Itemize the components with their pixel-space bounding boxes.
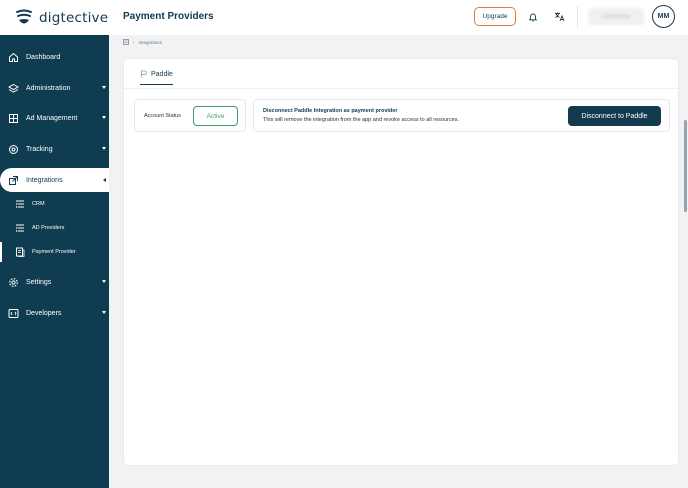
account-status-label: Account Status: [144, 113, 181, 119]
sidebar-item-label: Ad Management: [26, 114, 78, 122]
tab-label: Paddle: [151, 70, 173, 78]
top-header: Payment Providers Upgrade Username MM: [109, 0, 688, 35]
document-icon: [15, 247, 25, 257]
sidebar-subitem-label: CRM: [32, 201, 45, 207]
home-icon[interactable]: [123, 39, 129, 45]
digtective-logo-icon: [16, 9, 32, 23]
sidebar-item-dashboard[interactable]: Dashboard: [0, 45, 109, 69]
tab-paddle[interactable]: Paddle: [140, 70, 173, 85]
code-icon: [8, 308, 19, 319]
sidebar-item-label: Settings: [26, 278, 52, 286]
sidebar-item-label: Integrations: [26, 176, 63, 184]
header-divider: [577, 6, 578, 28]
sidebar-subitem-label: Payment Provider: [32, 249, 76, 255]
target-icon: [8, 144, 19, 155]
sidebar: digtective Dashboard Administration Ad M…: [0, 0, 109, 488]
chevron-down-icon: [102, 86, 106, 89]
avatar[interactable]: MM: [652, 5, 675, 28]
status-badge: Active: [193, 106, 238, 126]
layers-icon: [8, 83, 19, 94]
sidebar-item-settings[interactable]: Settings: [0, 270, 109, 294]
breadcrumb: › Integrations: [123, 39, 162, 45]
disconnect-description: This will remove the integration from th…: [263, 117, 459, 123]
disconnect-title: Disconnect Paddle Integration as payment…: [263, 108, 398, 114]
translate-icon: [555, 12, 565, 22]
sidebar-subitem-label: AD Providers: [32, 225, 65, 231]
sidebar-item-tracking[interactable]: Tracking: [0, 137, 109, 161]
sidebar-item-label: Administration: [26, 84, 71, 92]
disconnect-button[interactable]: Disconnect to Paddle: [568, 106, 661, 126]
disconnect-panel: Disconnect Paddle Integration as payment…: [253, 99, 670, 132]
integrations-icon: [8, 175, 19, 186]
chevron-down-icon: [102, 116, 106, 119]
sidebar-item-label: Dashboard: [26, 53, 61, 61]
sidebar-item-administration[interactable]: Administration: [0, 76, 109, 100]
paddle-icon: [141, 70, 147, 78]
sidebar-item-ad-management[interactable]: Ad Management: [0, 106, 109, 130]
language-button[interactable]: [550, 7, 569, 26]
gear-icon: [8, 277, 19, 288]
sidebar-item-developers[interactable]: Developers: [0, 301, 109, 325]
logo[interactable]: digtective: [0, 0, 109, 35]
main-card: Paddle Account Status Active Disconnect …: [123, 58, 679, 466]
sidebar-subitem-ad-providers[interactable]: AD Providers: [0, 218, 109, 238]
breadcrumb-separator: ›: [133, 39, 135, 45]
grid-icon: [8, 113, 19, 124]
home-icon: [8, 52, 19, 63]
scrollbar[interactable]: [684, 120, 687, 212]
list-icon: [15, 223, 25, 233]
logo-text: digtective: [39, 9, 109, 26]
tab-bar: Paddle: [124, 59, 678, 89]
notifications-button[interactable]: [523, 7, 542, 26]
sidebar-item-label: Developers: [26, 309, 62, 317]
list-icon: [15, 199, 25, 209]
chevron-down-icon: [102, 280, 106, 283]
sidebar-subitem-crm[interactable]: CRM: [0, 194, 109, 214]
chevron-left-icon: [103, 177, 106, 182]
chevron-down-icon: [102, 311, 106, 314]
upgrade-button[interactable]: Upgrade: [474, 7, 516, 26]
page-title: Payment Providers: [123, 11, 214, 22]
breadcrumb-current[interactable]: Integrations: [139, 40, 163, 45]
chevron-down-icon: [102, 147, 106, 150]
sidebar-subitem-payment-provider[interactable]: Payment Provider: [0, 242, 109, 262]
sidebar-item-label: Tracking: [26, 145, 53, 153]
bell-icon: [528, 13, 537, 21]
user-name[interactable]: Username: [588, 8, 644, 25]
account-status-panel: Account Status Active: [134, 99, 246, 132]
sidebar-item-integrations[interactable]: Integrations: [0, 168, 109, 192]
